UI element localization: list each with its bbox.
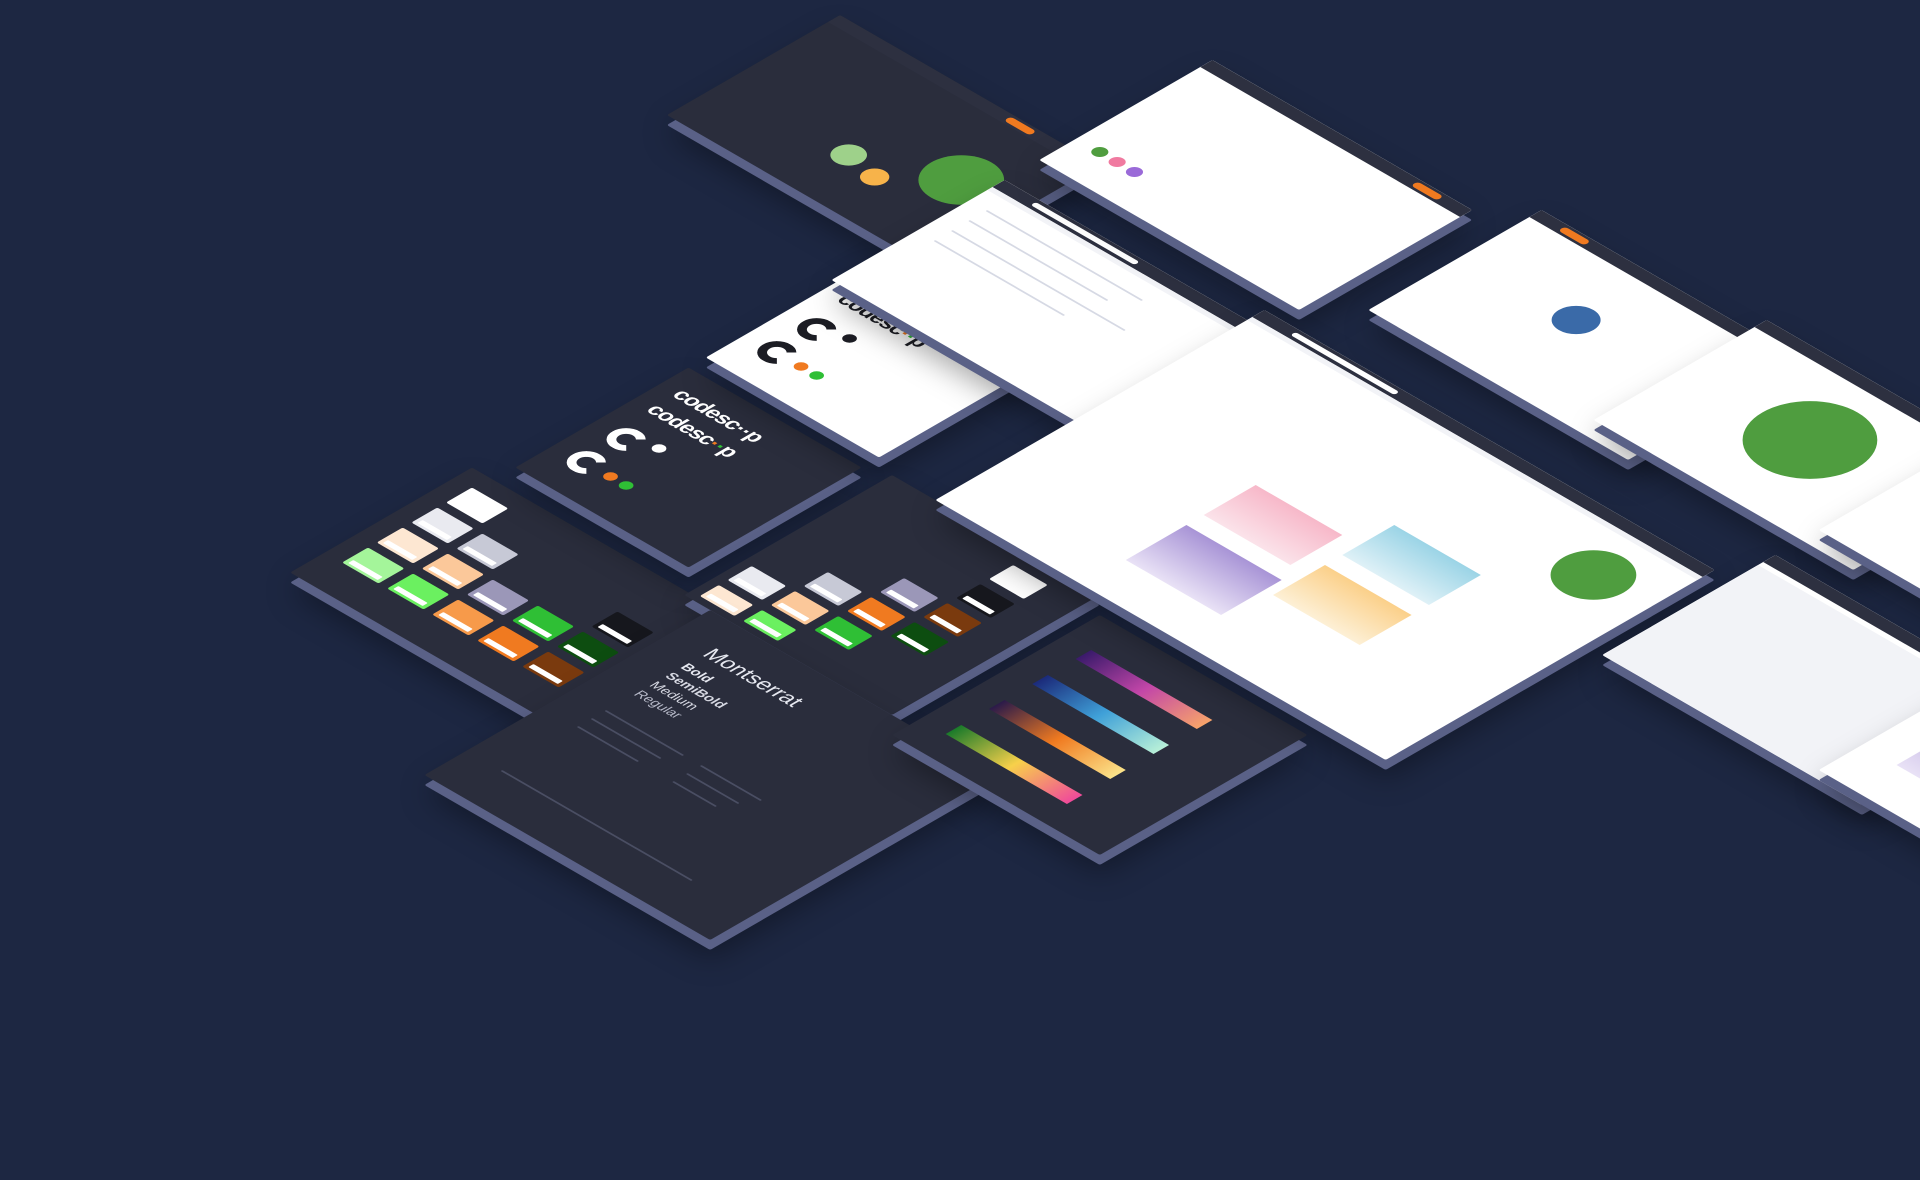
logo-mark-dot-black: [839, 332, 860, 345]
main-search: [1290, 332, 1400, 395]
list-line-4: [933, 240, 1066, 316]
circle-row-green: [1087, 145, 1112, 159]
network-node-cluster: [1541, 300, 1611, 340]
orange-pill: [1003, 116, 1037, 136]
logo-mark-dot-green: [615, 479, 637, 492]
main-bubble-pack: [1532, 540, 1655, 610]
type-spec-line-7: [500, 770, 693, 881]
histogram-area: [1896, 710, 1920, 875]
big-bubble-pack: [1714, 385, 1906, 495]
orange-pill-2: [1410, 181, 1444, 201]
type-spec-line-6: [672, 781, 718, 807]
type-spec-line-4: [685, 773, 740, 804]
orange-pill-3: [1557, 226, 1591, 246]
circles-topbar: [1200, 60, 1473, 217]
logo-mark-dot-white: [648, 442, 670, 455]
logo-mark-dot-green-2: [806, 369, 828, 382]
logo-mark-dot-orange-2: [790, 360, 812, 373]
logo-mark-dot-orange: [600, 470, 621, 483]
type-spec-line-5: [576, 726, 640, 762]
isometric-showcase: codesc··p codesc··p codesc··p codesc··p: [0, 0, 1920, 1081]
logo-mark-c-white: [598, 423, 654, 456]
bubble-small: [822, 140, 875, 170]
type-spec-line-2: [699, 765, 763, 801]
circle-row-purple: [1122, 165, 1147, 179]
circle-row-pink: [1105, 155, 1130, 169]
bubble-orange: [853, 165, 896, 189]
search-bar: [1030, 202, 1140, 265]
logo-mark-c-black: [788, 313, 845, 346]
